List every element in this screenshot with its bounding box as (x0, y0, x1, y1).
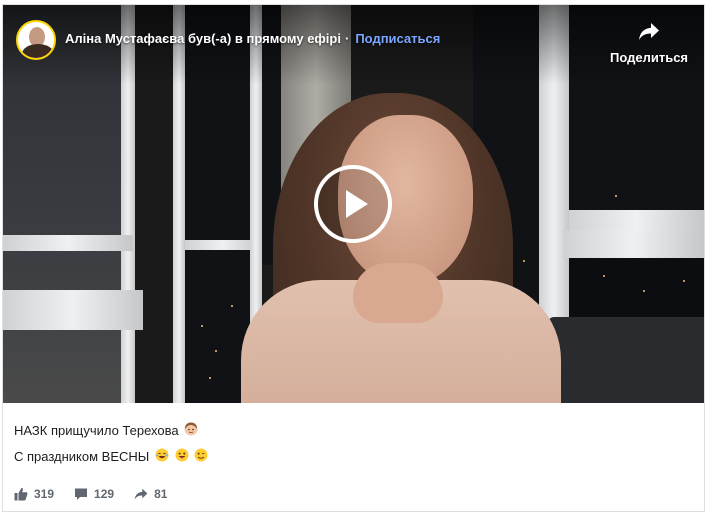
caption-text-2: С праздником ВЕСНЫ (14, 449, 150, 465)
comment-icon (75, 488, 88, 500)
like-count: 319 (34, 487, 55, 501)
post-stats: 319 129 81 (14, 485, 187, 503)
share-count: 81 (154, 487, 168, 501)
video-player[interactable]: Аліна Мустафаєва був(-а) в прямому ефірі… (3, 5, 704, 403)
header-separator: · (344, 31, 350, 46)
post-header: Аліна Мустафаєва був(-а) в прямому ефірі… (65, 31, 440, 46)
tongue-out-emoji-icon (175, 447, 189, 468)
video-post-card: Аліна Мустафаєва був(-а) в прямому ефірі… (2, 4, 705, 512)
avatar[interactable] (16, 20, 56, 60)
thumbs-up-icon (14, 488, 28, 501)
live-status: був(-а) в прямому ефірі (187, 31, 341, 46)
subscribe-link[interactable]: Подписаться (355, 31, 440, 46)
comment-stat[interactable]: 129 (74, 487, 114, 501)
share-arrow-icon (134, 488, 148, 500)
share-button[interactable]: Поделиться (609, 22, 689, 65)
comment-count: 129 (94, 487, 115, 501)
share-label: Поделиться (609, 50, 689, 65)
laughing-emoji-icon (155, 447, 169, 468)
author-name[interactable]: Аліна Мустафаєва (65, 31, 184, 46)
caption-line-2: С праздником ВЕСНЫ (14, 446, 208, 468)
caption-line-1: НАЗК прищучило Терехова (14, 420, 208, 442)
post-caption: НАЗК прищучило Терехова С праздником ВЕС… (14, 420, 208, 472)
play-button[interactable] (314, 165, 392, 243)
play-icon (346, 190, 368, 218)
like-stat[interactable]: 319 (14, 487, 54, 501)
woman-emoji-icon (184, 421, 198, 442)
caption-text-1: НАЗК прищучило Терехова (14, 423, 179, 438)
share-arrow-icon (639, 23, 659, 40)
share-stat[interactable]: 81 (134, 487, 167, 501)
wink-emoji-icon (194, 447, 208, 468)
